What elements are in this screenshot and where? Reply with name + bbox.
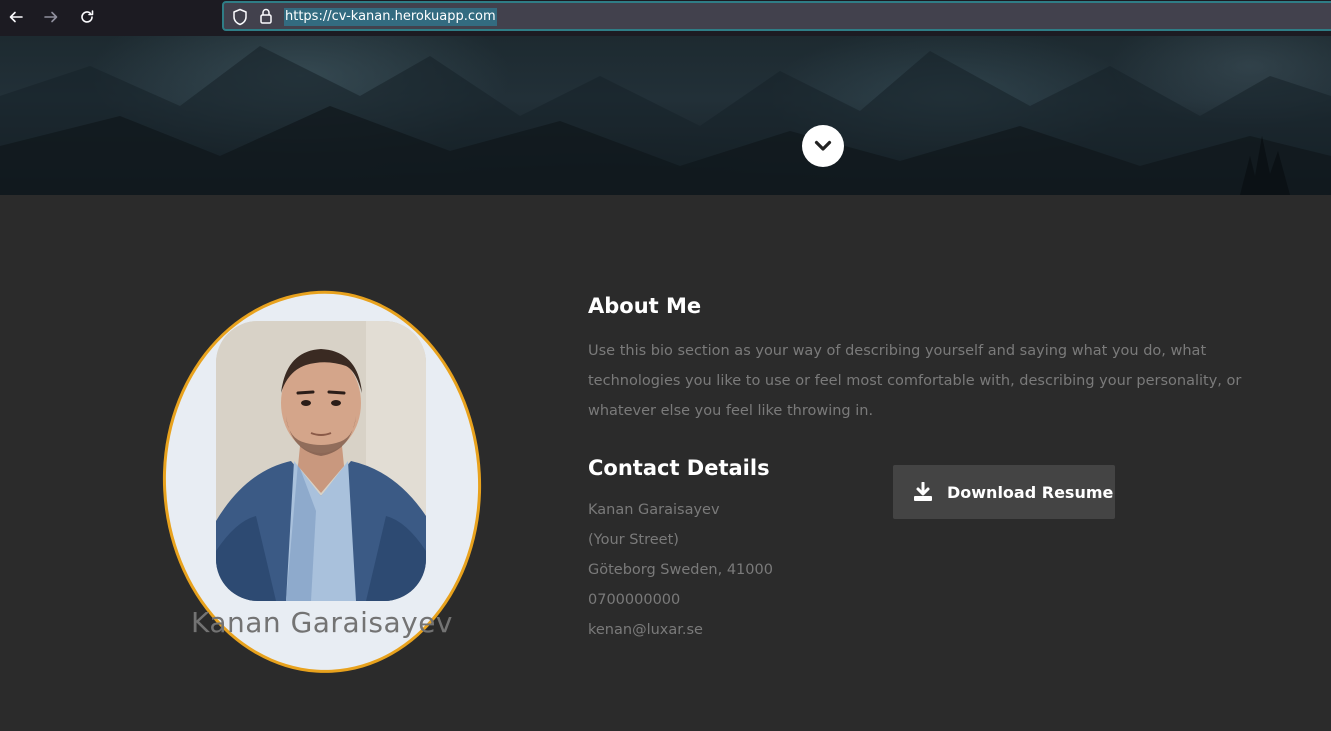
arrow-left-icon [9,11,23,23]
browser-toolbar: https://cv-kanan.herokuapp.com [0,0,1331,36]
shield-icon[interactable] [232,8,248,26]
forward-button[interactable] [39,6,63,28]
contact-name: Kanan Garaisayev [588,502,720,518]
download-icon [914,482,932,501]
back-button[interactable] [4,6,28,28]
contact-street: (Your Street) [588,532,679,548]
hero-banner [0,36,1331,195]
contact-phone: 0700000000 [588,592,681,608]
mountain-background-image [0,46,1331,195]
arrow-right-icon [44,11,58,23]
contact-city: Göteborg Sweden, 41000 [588,562,773,578]
reload-button[interactable] [75,6,99,28]
contact-heading: Contact Details [588,456,770,480]
download-resume-label: Download Resume [947,482,1114,502]
about-heading: About Me [588,294,702,318]
download-resume-button[interactable]: Download Resume [893,465,1115,519]
scroll-down-button[interactable] [802,125,844,167]
reload-icon [81,10,94,23]
url-text[interactable]: https://cv-kanan.herokuapp.com [284,8,497,26]
chevron-down-icon [814,140,832,151]
lock-icon[interactable] [259,7,273,25]
contact-email: kenan@luxar.se [588,622,703,638]
person-photo-image [216,321,426,601]
about-bio: Use this bio section as your way of desc… [588,343,1242,419]
address-bar[interactable]: https://cv-kanan.herokuapp.com [222,1,1331,31]
profile-name: Kanan Garaisayev [191,606,453,639]
profile-photo [216,321,426,601]
